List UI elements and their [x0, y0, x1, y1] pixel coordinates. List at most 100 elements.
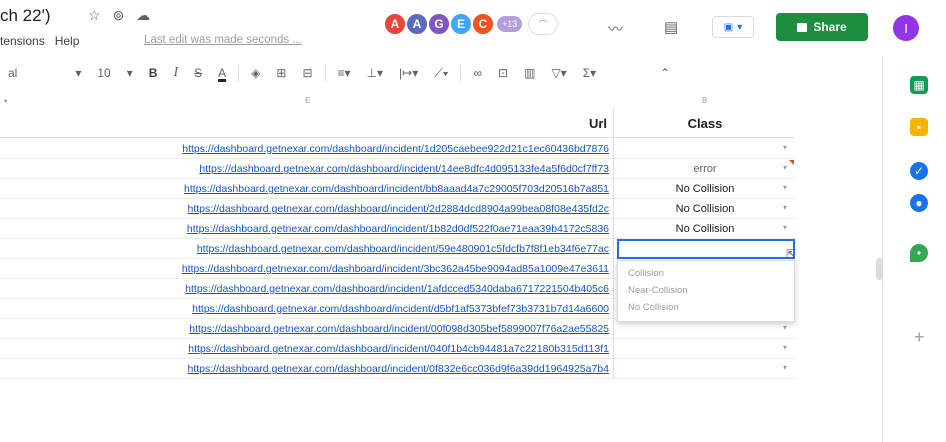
class-cell[interactable]: ▾ — [615, 319, 795, 339]
functions-icon[interactable]: Σ▾ — [575, 66, 604, 80]
column-header-class[interactable]: Class — [615, 108, 795, 138]
dropdown-arrow-icon[interactable]: ▾ — [783, 323, 787, 332]
table-row: https://dashboard.getnexar.com/dashboard… — [0, 339, 795, 359]
url-cell[interactable]: https://dashboard.getnexar.com/dashboard… — [0, 139, 614, 159]
cloud-icon[interactable]: ☁ — [136, 7, 150, 24]
user-avatar[interactable]: I — [893, 15, 919, 41]
cell-reference: • — [4, 96, 8, 106]
dropdown-arrow-icon[interactable]: ▾ — [783, 343, 787, 352]
move-icon[interactable]: ⊚ — [113, 7, 125, 24]
vertical-scrollbar[interactable] — [876, 258, 883, 280]
url-cell[interactable]: https://dashboard.getnexar.com/dashboard… — [0, 299, 614, 319]
avatar[interactable]: A — [383, 12, 407, 36]
dropdown-arrow-icon[interactable]: ▾ — [783, 203, 787, 212]
dropdown-arrow-icon[interactable]: ▾ — [783, 143, 787, 152]
table-row: https://dashboard.getnexar.com/dashboard… — [0, 239, 796, 322]
url-cell[interactable]: https://dashboard.getnexar.com/dashboard… — [0, 339, 614, 359]
font-family-select[interactable]: al — [0, 66, 25, 80]
avatar[interactable]: G — [427, 12, 451, 36]
dropdown-arrow-icon[interactable]: ▾ — [783, 183, 787, 192]
insert-chart-icon[interactable]: ▥ — [516, 66, 543, 80]
url-cell[interactable]: https://dashboard.getnexar.com/dashboard… — [0, 199, 614, 219]
add-icon[interactable]: + — [914, 327, 925, 348]
class-cell[interactable]: No Collision ▾ — [615, 179, 795, 199]
dropdown-option-no-collision[interactable]: No Collision — [618, 299, 794, 316]
align-horizontal-icon[interactable]: ≡▾ — [330, 66, 359, 80]
borders-icon[interactable]: ⊞ — [268, 66, 294, 80]
class-cell[interactable]: ▾ — [615, 139, 795, 159]
avatar[interactable]: A — [405, 12, 429, 36]
tasks-icon[interactable]: ✓ — [910, 162, 928, 180]
column-letter[interactable]: E — [305, 96, 310, 105]
document-title[interactable]: ch 22') — [0, 6, 51, 26]
app-header: ch 22') ☆ ⊚ ☁ tensions Help Last edit wa… — [0, 0, 946, 56]
table-row: https://dashboard.getnexar.com/dashboard… — [0, 359, 795, 379]
column-header-url[interactable]: Url — [0, 108, 614, 138]
menu-extensions[interactable]: tensions — [0, 34, 45, 48]
active-class-cell[interactable] — [617, 239, 795, 259]
dropdown-arrow-icon[interactable]: ▾ — [783, 163, 787, 172]
meet-icon: ▣ — [723, 21, 734, 33]
table-row: https://dashboard.getnexar.com/dashboard… — [0, 319, 795, 339]
dropdown-option-collision[interactable]: Collision — [618, 265, 794, 282]
contacts-icon[interactable]: ● — [910, 194, 928, 212]
keep-icon[interactable]: ▪ — [910, 118, 928, 136]
class-cell[interactable]: No Collision ▾ — [615, 199, 795, 219]
url-cell[interactable]: https://dashboard.getnexar.com/dashboard… — [0, 159, 614, 179]
bold-button[interactable]: B — [141, 66, 166, 80]
class-cell[interactable]: error ▾ — [615, 159, 795, 179]
insert-link-icon[interactable]: ∞ — [465, 66, 490, 80]
font-size-chevron-icon[interactable]: ▾ — [119, 66, 141, 80]
merge-cells-icon[interactable]: ⊟ — [294, 66, 320, 80]
filter-icon[interactable]: ▽▾ — [543, 66, 574, 80]
class-value: No Collision — [675, 203, 735, 215]
last-edit-link[interactable]: Last edit was made seconds ... — [144, 34, 302, 46]
avatar[interactable]: E — [449, 12, 473, 36]
font-size-input[interactable]: 10 — [89, 66, 118, 80]
meet-button[interactable]: ▣ ▾ — [712, 16, 754, 38]
url-cell[interactable]: https://dashboard.getnexar.com/dashboard… — [0, 239, 614, 259]
dropdown-arrow-icon[interactable]: ▾ — [783, 363, 787, 372]
class-value: No Collision — [675, 223, 735, 235]
menu-help[interactable]: Help — [55, 34, 80, 48]
spreadsheet-grid: Url Class https://dashboard.getnexar.com… — [0, 108, 880, 442]
dropdown-arrow-icon[interactable]: ▾ — [783, 223, 787, 232]
present-chip[interactable]: ⌒ — [528, 13, 559, 35]
strikethrough-button[interactable]: S — [186, 66, 210, 80]
url-cell[interactable]: https://dashboard.getnexar.com/dashboard… — [0, 179, 614, 199]
title-icons: ☆ ⊚ ☁ — [88, 7, 150, 24]
italic-button[interactable]: I — [165, 65, 186, 81]
share-button[interactable]: Share — [776, 13, 868, 41]
url-cell[interactable]: https://dashboard.getnexar.com/dashboard… — [0, 259, 614, 279]
font-size-decrease-icon[interactable]: ▾ — [25, 66, 89, 80]
url-cell[interactable]: https://dashboard.getnexar.com/dashboard… — [0, 219, 614, 239]
text-wrap-icon[interactable]: |↦▾ — [391, 66, 426, 80]
star-icon[interactable]: ☆ — [88, 7, 101, 24]
text-color-button[interactable]: A — [210, 66, 234, 80]
class-cell[interactable]: ▾ — [615, 339, 795, 359]
maps-icon[interactable]: • — [910, 244, 928, 262]
fill-color-icon[interactable]: ◈ — [243, 66, 268, 80]
insert-comment-icon[interactable]: ⊡ — [490, 66, 516, 80]
dropdown-option-near-collision[interactable]: Near-Collision — [618, 282, 794, 299]
column-letter[interactable]: B — [702, 96, 707, 105]
class-cell[interactable]: ▾ — [615, 359, 795, 379]
trend-icon[interactable]: 〰 — [608, 18, 623, 39]
avatar[interactable]: C — [471, 12, 495, 36]
text-rotate-icon[interactable]: ⟋▾ — [426, 66, 456, 81]
align-vertical-icon[interactable]: ⊥▾ — [359, 66, 391, 80]
url-cell[interactable]: https://dashboard.getnexar.com/dashboard… — [0, 359, 614, 379]
side-panel: ▦ ▪ ✓ ● • + — [900, 64, 946, 442]
collaborator-avatars: A A G E C +13 ⌒ — [383, 12, 559, 36]
url-cell[interactable]: https://dashboard.getnexar.com/dashboard… — [0, 319, 614, 339]
table-body: https://dashboard.getnexar.com/dashboard… — [0, 139, 796, 379]
sheets-icon[interactable]: ▦ — [910, 76, 928, 94]
class-dropdown-menu: Collision Near-Collision No Collision — [617, 260, 795, 322]
comment-icon[interactable]: ▤ — [664, 18, 678, 36]
menu-bar: tensions Help — [0, 34, 79, 48]
table-row: https://dashboard.getnexar.com/dashboard… — [0, 139, 795, 159]
collapse-toolbar-icon[interactable]: ⌃ — [652, 66, 678, 80]
url-cell[interactable]: https://dashboard.getnexar.com/dashboard… — [0, 279, 614, 299]
class-cell[interactable]: No Collision ▾ — [615, 219, 795, 239]
more-collaborators-badge[interactable]: +13 — [497, 16, 523, 32]
